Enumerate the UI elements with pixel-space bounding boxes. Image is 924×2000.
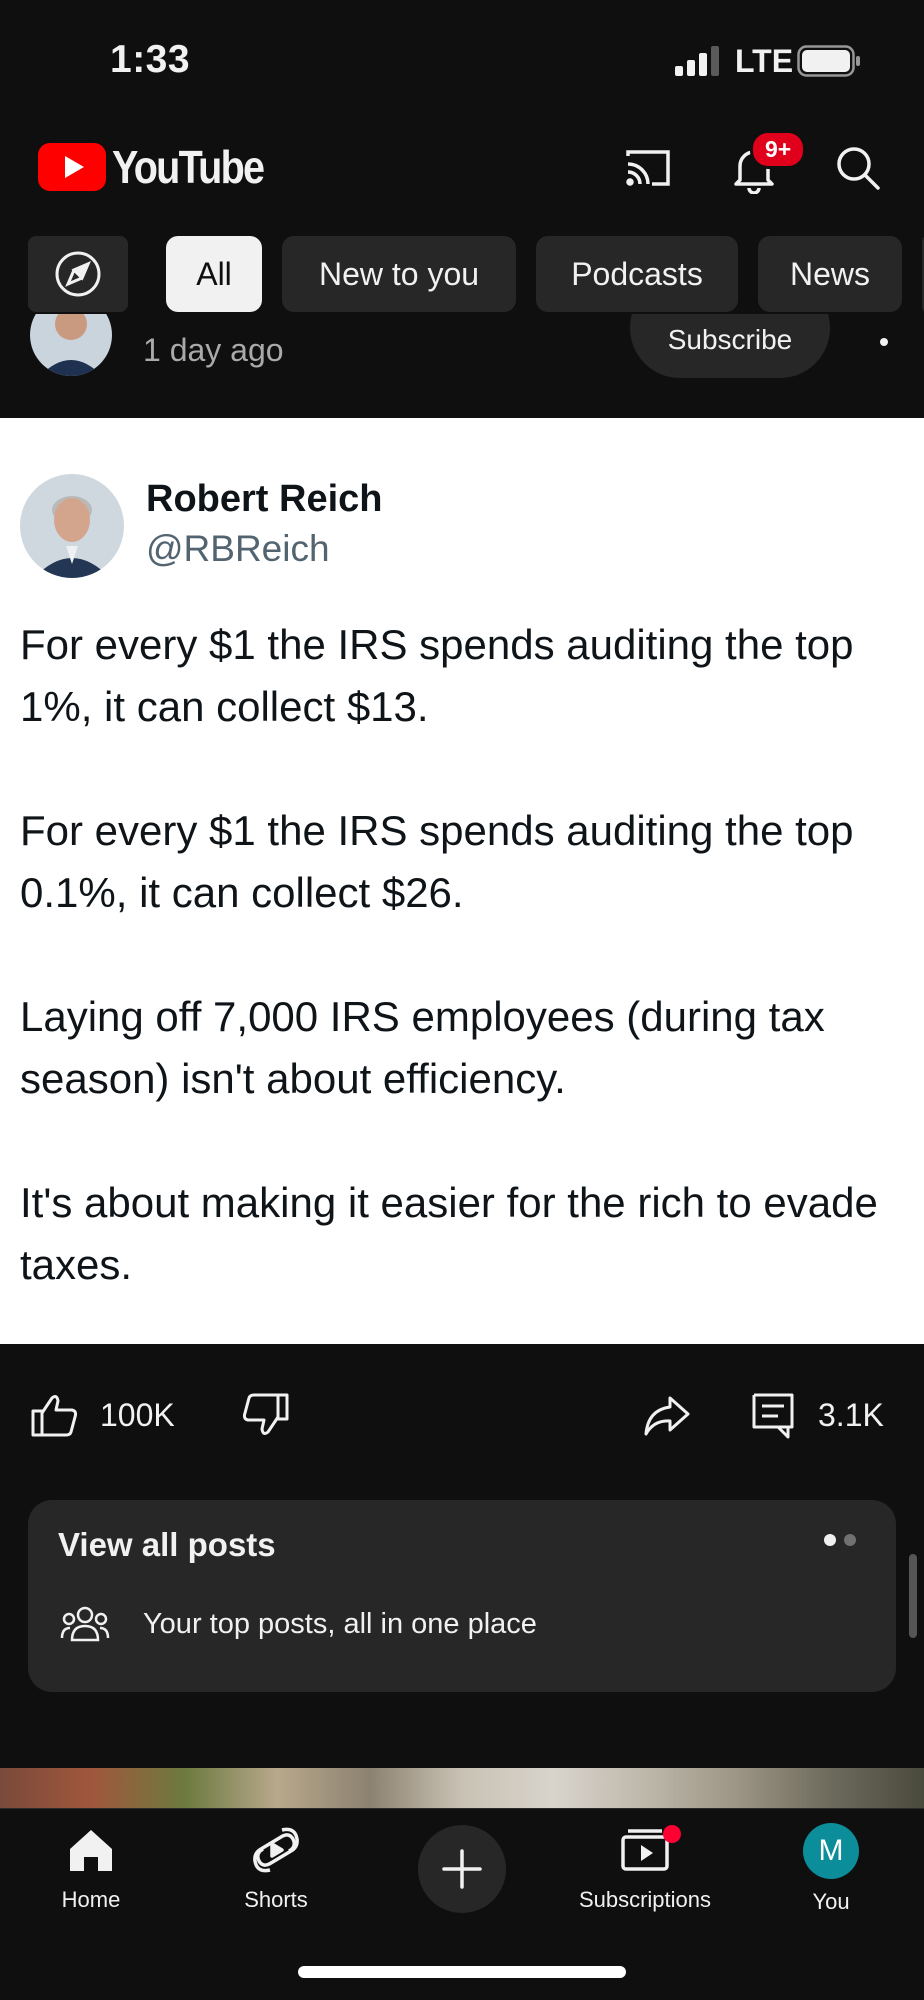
chip-new-to-you[interactable]: New to you (282, 236, 516, 312)
nav-home[interactable]: Home (6, 1823, 176, 1913)
chip-all[interactable]: All (166, 236, 262, 312)
carousel-dot-active (824, 1534, 836, 1546)
create-button[interactable] (418, 1825, 506, 1913)
like-count: 100K (100, 1396, 175, 1433)
comments-button[interactable]: 3.1K (748, 1390, 884, 1440)
notification-badge: 9+ (750, 130, 807, 169)
thumbs-up-icon (31, 1395, 78, 1437)
tweet-text: For every $1 the IRS spends auditing the… (20, 614, 900, 1296)
comment-count: 3.1K (818, 1396, 884, 1433)
more-options-icon[interactable] (880, 338, 888, 346)
post-header: 1 day ago Subscribe (0, 314, 924, 418)
youtube-wordmark: YouTube (112, 141, 265, 193)
next-video-thumbnail[interactable] (0, 1768, 924, 1808)
tweet-author-handle: @RBReich (146, 528, 330, 569)
post-actions: 100K 3.1K (0, 1344, 924, 1484)
user-avatar: M (803, 1823, 859, 1879)
people-icon (60, 1606, 110, 1642)
youtube-play-icon (38, 143, 106, 191)
app-header: YouTube 9+ (0, 120, 924, 230)
comment-icon (752, 1393, 794, 1439)
subscribe-button[interactable]: Subscribe (630, 314, 830, 378)
nav-shorts[interactable]: Shorts (191, 1823, 361, 1913)
status-bar: 1:33 LTE (0, 0, 924, 120)
tweet-paragraph: It's about making it easier for the rich… (20, 1179, 878, 1288)
shorts-icon (253, 1827, 299, 1873)
network-type: LTE (735, 43, 794, 79)
compass-icon (55, 251, 101, 297)
view-all-posts-subtitle: Your top posts, all in one place (143, 1608, 537, 1640)
view-all-posts-card[interactable]: View all posts Your top posts, all in on… (28, 1500, 896, 1692)
scrollbar-thumb[interactable] (909, 1554, 917, 1638)
tweet-paragraph: For every $1 the IRS spends auditing the… (20, 621, 854, 730)
carousel-dots (824, 1534, 856, 1546)
cellular-signal-icon (675, 46, 719, 76)
like-button[interactable]: 100K (30, 1390, 175, 1440)
chip-podcasts[interactable]: Podcasts (536, 236, 738, 312)
chip-news[interactable]: News (758, 236, 902, 312)
post-image[interactable]: Robert Reich @RBReich For every $1 the I… (0, 418, 924, 1344)
nav-home-label: Home (61, 1887, 121, 1912)
home-indicator[interactable] (298, 1966, 626, 1978)
cast-button[interactable] (618, 138, 678, 198)
filter-chips: All New to you Podcasts News (0, 236, 924, 314)
youtube-logo[interactable]: YouTube (38, 140, 288, 194)
tweet-author-avatar (20, 474, 124, 578)
nav-you[interactable]: M You (746, 1823, 916, 1915)
nav-shorts-label: Shorts (244, 1887, 308, 1912)
carousel-dot (844, 1534, 856, 1546)
channel-avatar[interactable] (30, 314, 112, 376)
dislike-button[interactable] (240, 1390, 290, 1440)
nav-subscriptions[interactable]: Subscriptions (560, 1823, 730, 1913)
nav-subscriptions-label: Subscriptions (578, 1887, 712, 1912)
search-button[interactable] (828, 138, 888, 198)
tweet-paragraph: Laying off 7,000 IRS employees (during t… (20, 993, 825, 1102)
home-icon (70, 1830, 112, 1871)
status-time: 1:33 (110, 38, 191, 81)
battery-icon (797, 45, 860, 77)
share-button[interactable] (642, 1390, 692, 1440)
tweet-paragraph: For every $1 the IRS spends auditing the… (20, 807, 854, 916)
explore-chip[interactable] (28, 236, 128, 312)
subscribe-label: Subscribe (667, 324, 793, 355)
nav-you-label: You (812, 1889, 850, 1914)
search-icon (837, 147, 880, 190)
plus-icon (442, 1849, 482, 1889)
new-content-dot (663, 1825, 681, 1843)
thumbs-down-icon (242, 1393, 289, 1435)
post-age: 1 day ago (143, 332, 284, 368)
view-all-posts-title: View all posts (58, 1526, 276, 1563)
cast-icon (626, 150, 670, 186)
tweet-author-name: Robert Reich (146, 478, 383, 520)
share-icon (644, 1396, 690, 1436)
